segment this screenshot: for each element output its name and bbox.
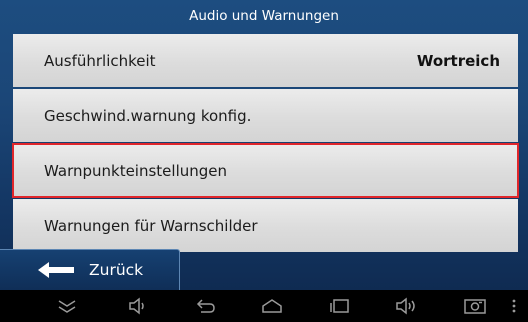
- list-item-label: Warnpunkteinstellungen: [44, 161, 228, 180]
- title-bar: Audio und Warnungen: [0, 0, 528, 31]
- list-item-value: Wortreich: [416, 51, 500, 70]
- list-item-warning-points[interactable]: Warnpunkteinstellungen: [12, 143, 519, 198]
- list-item-label: Ausführlichkeit: [44, 51, 156, 70]
- settings-list: Ausführlichkeit Wortreich Geschwind.warn…: [12, 34, 519, 254]
- back-arrow-icon: [38, 262, 74, 278]
- list-item-label: Warnungen für Warnschilder: [44, 216, 258, 235]
- hide-keyboard-icon[interactable]: [50, 294, 84, 318]
- back-button-label: Zurück: [89, 261, 144, 279]
- list-item-sign-warnings[interactable]: Warnungen für Warnschilder: [13, 199, 518, 252]
- screenshot-icon[interactable]: [458, 294, 492, 318]
- home-icon[interactable]: [255, 294, 289, 318]
- recent-apps-icon[interactable]: [323, 294, 357, 318]
- back-icon[interactable]: [189, 294, 223, 318]
- system-navigation-bar: [0, 290, 528, 322]
- page-title: Audio und Warnungen: [189, 7, 339, 24]
- back-button[interactable]: Zurück: [0, 249, 180, 290]
- list-item-verbosity[interactable]: Ausführlichkeit Wortreich: [13, 34, 518, 87]
- navigation-app-screen: Audio und Warnungen Ausführlichkeit Wort…: [0, 0, 528, 290]
- list-item-speed-warning[interactable]: Geschwind.warnung konfig.: [13, 89, 518, 142]
- menu-icon[interactable]: [504, 294, 524, 318]
- volume-up-icon[interactable]: [390, 294, 424, 318]
- list-item-label: Geschwind.warnung konfig.: [44, 106, 252, 125]
- volume-down-icon[interactable]: [121, 294, 155, 318]
